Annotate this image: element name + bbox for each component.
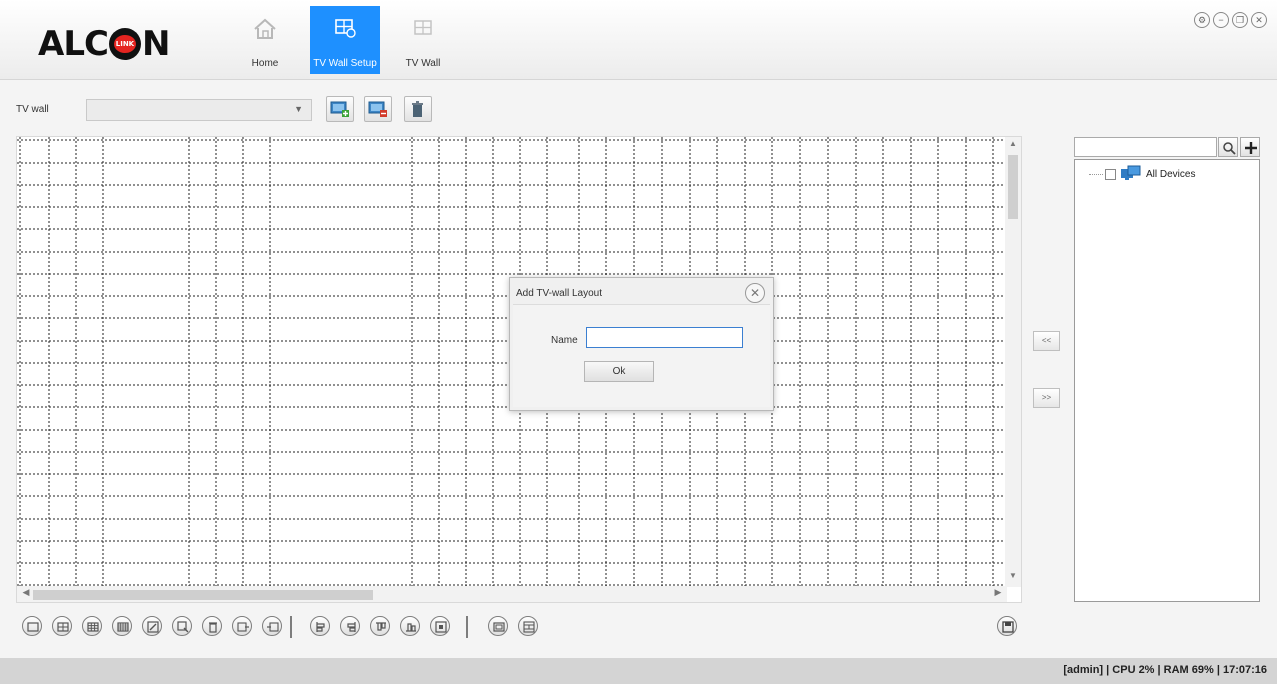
tab-tv-wall-setup[interactable]: TV Wall Setup [310, 6, 380, 74]
tree-item-all-devices[interactable]: All Devices [1089, 165, 1196, 184]
align-top-button[interactable] [370, 616, 390, 636]
tab-home[interactable]: Home [230, 6, 300, 74]
dialog-body: Name Ok [513, 304, 770, 407]
logo-badge: LINK [113, 35, 136, 53]
tv-wall-icon [411, 16, 435, 43]
status-bar: [admin] | CPU 2% | RAM 69% | 17:07:16 [0, 658, 1277, 684]
toolbar-separator [290, 616, 292, 638]
tab-tv-wall-setup-label: TV Wall Setup [313, 58, 377, 69]
zoom-button[interactable] [172, 616, 192, 636]
toolbar-separator [466, 616, 468, 638]
horizontal-scroll-thumb[interactable] [33, 590, 373, 600]
name-field[interactable] [586, 327, 743, 348]
merge-button[interactable] [518, 616, 538, 636]
settings-icon[interactable]: ⚙ [1194, 12, 1210, 28]
name-label: Name [551, 335, 578, 346]
edit-button[interactable] [142, 616, 162, 636]
vertical-scroll-thumb[interactable] [1008, 155, 1018, 219]
move-right-button[interactable]: >> [1033, 388, 1060, 408]
horizontal-scrollbar[interactable]: ◀ ▶ [17, 586, 1007, 602]
close-icon[interactable]: ✕ [1251, 12, 1267, 28]
minimize-icon[interactable]: − [1213, 12, 1229, 28]
chevron-down-icon: ▼ [294, 104, 303, 114]
tv-wall-select[interactable]: ▼ [86, 99, 312, 121]
layout-9-button[interactable] [82, 616, 102, 636]
device-search-input[interactable] [1074, 137, 1217, 157]
fit-button[interactable] [430, 616, 450, 636]
add-device-button[interactable] [1240, 137, 1260, 157]
all-devices-checkbox[interactable] [1105, 168, 1116, 180]
add-tv-wall-button[interactable] [326, 96, 354, 122]
logo-suffix: N [141, 24, 170, 64]
ok-button[interactable]: Ok [584, 361, 654, 382]
save-layout-button[interactable] [997, 616, 1017, 636]
search-button[interactable] [1218, 137, 1238, 157]
scroll-left-icon[interactable]: ◀ [19, 587, 33, 598]
logo-prefix: ALC [38, 24, 109, 64]
align-left-button[interactable] [310, 616, 330, 636]
tv-wall-setup-icon [333, 16, 357, 43]
layout-16-button[interactable] [112, 616, 132, 636]
align-bottom-button[interactable] [400, 616, 420, 636]
move-left-button[interactable]: << [1033, 331, 1060, 351]
status-text: [admin] | CPU 2% | RAM 69% | 17:07:16 [1063, 664, 1267, 676]
home-icon [252, 16, 278, 45]
tab-tv-wall[interactable]: TV Wall [388, 6, 458, 74]
layout-1-button[interactable] [22, 616, 42, 636]
tv-wall-label: TV wall [16, 104, 49, 115]
delete-tv-wall-button[interactable] [404, 96, 432, 122]
logo-ring: LINK [108, 28, 141, 60]
device-tree-panel: All Devices [1074, 159, 1260, 602]
window-button[interactable] [488, 616, 508, 636]
scroll-right-icon[interactable]: ▶ [991, 587, 1005, 598]
remove-tv-wall-button[interactable] [364, 96, 392, 122]
tree-connector [1089, 173, 1103, 175]
scroll-down-icon[interactable]: ▼ [1005, 571, 1021, 585]
trash-button[interactable] [202, 616, 222, 636]
vertical-scrollbar[interactable]: ▲ ▼ [1005, 137, 1021, 587]
dialog-close-icon[interactable]: ✕ [745, 283, 765, 303]
tab-tv-wall-label: TV Wall [405, 58, 441, 69]
top-bar: ALC LINK N Home TV Wall Setup TV Wall ⚙ … [0, 0, 1277, 80]
layout-4-button[interactable] [52, 616, 72, 636]
align-right-button[interactable] [340, 616, 360, 636]
tab-home-label: Home [251, 58, 279, 69]
move-right-button[interactable] [262, 616, 282, 636]
window-controls: ⚙ − ❐ ✕ [1194, 12, 1267, 28]
add-layout-dialog: Add TV-wall Layout ✕ Name Ok [509, 277, 774, 411]
scroll-up-icon[interactable]: ▲ [1005, 139, 1021, 153]
move-left-button[interactable] [232, 616, 252, 636]
dialog-title: Add TV-wall Layout [516, 288, 602, 299]
all-devices-label: All Devices [1146, 168, 1196, 180]
devices-icon [1120, 165, 1142, 184]
alcon-logo: ALC LINK N [38, 24, 170, 64]
restore-icon[interactable]: ❐ [1232, 12, 1248, 28]
